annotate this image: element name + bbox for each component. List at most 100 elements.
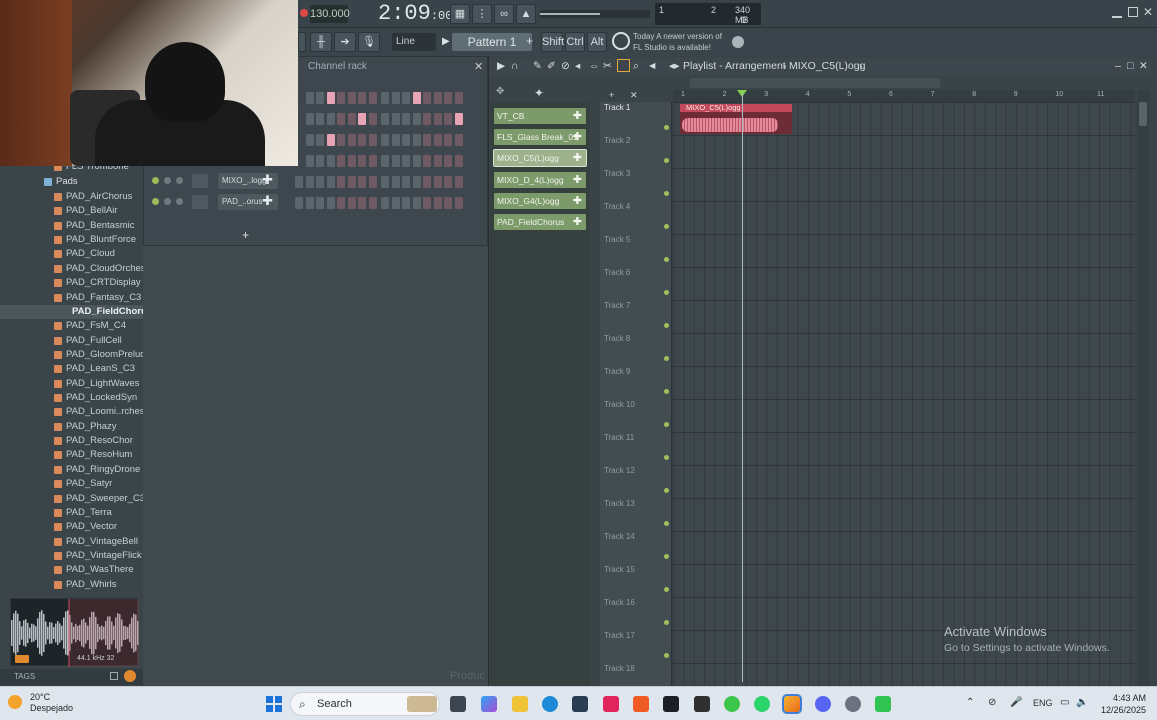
browser-item[interactable]: PAD_Sweeper_C3 xyxy=(0,492,143,506)
channel-add-icon[interactable]: ✚ xyxy=(262,193,273,209)
step-button[interactable] xyxy=(423,134,431,146)
picker-add-icon[interactable]: ✚ xyxy=(573,214,582,230)
pattern-selector[interactable]: Pattern 1 xyxy=(452,33,532,51)
picker-item[interactable]: FLS_Glass Break_01 ✚ xyxy=(494,129,586,146)
picker-add-icon[interactable]: ✚ xyxy=(573,108,582,124)
tags-bar[interactable]: TAGS xyxy=(0,669,143,685)
tempo-display[interactable]: 130.000 xyxy=(310,5,350,23)
track-mute-led[interactable] xyxy=(664,521,669,526)
browser-item[interactable]: PAD_Satyr xyxy=(0,477,143,491)
track-header[interactable]: Track 8 xyxy=(604,334,669,367)
track-header[interactable]: Track 14 xyxy=(604,532,669,565)
fl-studio-icon[interactable] xyxy=(782,694,802,714)
track-mute-led[interactable] xyxy=(664,488,669,493)
step-button[interactable] xyxy=(347,134,356,146)
step-button[interactable] xyxy=(391,92,400,104)
browser-item[interactable]: PAD_LockedSyn xyxy=(0,391,143,405)
track-header[interactable]: Track 16 xyxy=(604,598,669,631)
browser-item[interactable]: PAD_RingyDrone xyxy=(0,463,143,477)
step-button[interactable] xyxy=(381,113,389,125)
mixer-track-select[interactable] xyxy=(192,174,208,188)
browser-item[interactable]: PAD_BluntForce xyxy=(0,233,143,247)
step-button[interactable] xyxy=(316,92,324,104)
track-header[interactable]: Track 17 xyxy=(604,631,669,664)
step-button[interactable] xyxy=(337,134,345,146)
browser-item[interactable]: PAD_GloomPrelude xyxy=(0,348,143,362)
loop-record-icon[interactable]: ∞ xyxy=(494,4,514,24)
sample-preview-waveform[interactable]: 44.1 kHz 32 xyxy=(10,598,139,667)
browser-item[interactable]: PAD_FullCell xyxy=(0,334,143,348)
track-header[interactable]: Track 7 xyxy=(604,301,669,334)
tray-network-icon[interactable]: ⊘ xyxy=(988,697,996,708)
step-button[interactable] xyxy=(305,113,314,125)
browser-item[interactable]: PAD_LeanS_C3 xyxy=(0,362,143,376)
track-header[interactable]: Track 9 xyxy=(604,367,669,400)
step-button[interactable] xyxy=(305,134,314,146)
step-button[interactable] xyxy=(454,134,463,146)
tray-display-icon[interactable]: ▭ xyxy=(1060,697,1069,708)
browser-item[interactable]: PAD_VintageFlick xyxy=(0,549,143,563)
step-button[interactable] xyxy=(381,134,389,146)
step-button[interactable] xyxy=(316,113,324,125)
step-button[interactable] xyxy=(412,134,421,146)
step-button[interactable] xyxy=(326,155,335,167)
breadcrumb-pattern[interactable]: MIXO_C5(L)ogg xyxy=(789,58,865,75)
picker-add-icon[interactable]: ✚ xyxy=(573,150,582,166)
step-button[interactable] xyxy=(412,155,421,167)
audio-clip[interactable]: MIXO_C5(L)ogg xyxy=(680,104,792,134)
track-mute-led[interactable] xyxy=(664,158,669,163)
channel-add-icon[interactable]: ✚ xyxy=(262,172,273,188)
step-button[interactable] xyxy=(358,155,366,167)
app-green-icon[interactable] xyxy=(875,696,891,712)
step-button[interactable] xyxy=(316,134,324,146)
step-button[interactable] xyxy=(381,155,389,167)
pencil-icon[interactable]: ✎ xyxy=(533,58,542,75)
tray-volume-icon[interactable]: 🔈 xyxy=(1076,697,1088,708)
browser-folder-pads[interactable]: Pads xyxy=(0,175,143,189)
track-add-icon[interactable]: + xyxy=(609,90,614,100)
paint-icon[interactable]: ✐ xyxy=(547,58,556,75)
record-icon[interactable] xyxy=(300,9,308,17)
channel-led[interactable] xyxy=(152,177,159,184)
browser-item[interactable]: PAD_Whirls xyxy=(0,578,143,592)
add-channel-button[interactable]: + xyxy=(242,228,249,242)
browser-item[interactable]: PAD_Loomi..rchestra xyxy=(0,405,143,419)
snap-mode-select[interactable]: Line xyxy=(392,33,436,51)
store-icon[interactable] xyxy=(572,696,588,712)
picker-item[interactable]: MIXO_G4(L)ogg ✚ xyxy=(494,192,586,209)
ctrl-button[interactable]: Ctrl xyxy=(565,32,585,52)
browser-item[interactable]: PAD_ResoChor xyxy=(0,434,143,448)
shift-button[interactable]: Shift xyxy=(541,32,564,52)
track-header[interactable]: Track 15 xyxy=(604,565,669,598)
step-edit-icon[interactable]: ⋮ xyxy=(472,4,492,24)
capcut-icon[interactable] xyxy=(663,696,679,712)
vertical-scrollbar[interactable] xyxy=(1137,90,1149,686)
brave-icon[interactable] xyxy=(633,696,649,712)
track-header[interactable]: Track 13 xyxy=(604,499,669,532)
track-mute-led[interactable] xyxy=(664,224,669,229)
track-mute-led[interactable] xyxy=(664,455,669,460)
browser-item[interactable]: PAD_VintageBell xyxy=(0,535,143,549)
minimize-icon[interactable] xyxy=(1112,8,1122,18)
step-button[interactable] xyxy=(347,155,356,167)
channel-pan-knob[interactable] xyxy=(164,198,171,205)
pattern-prev-icon[interactable]: ▶ xyxy=(442,36,450,47)
browser-item[interactable]: PAD_CRTDisplay xyxy=(0,276,143,290)
track-header[interactable]: Track 1 xyxy=(604,103,669,136)
scroll-thumb[interactable] xyxy=(1139,102,1147,126)
settings-icon[interactable] xyxy=(845,696,861,712)
microphone-icon[interactable]: 🎙 xyxy=(358,32,380,52)
step-button[interactable] xyxy=(305,92,314,104)
step-button[interactable] xyxy=(337,155,345,167)
track-header[interactable]: Track 4 xyxy=(604,202,669,235)
step-button[interactable] xyxy=(368,155,377,167)
step-button[interactable] xyxy=(454,113,463,125)
step-button[interactable] xyxy=(402,113,410,125)
step-button[interactable] xyxy=(326,92,335,104)
step-button[interactable] xyxy=(433,92,442,104)
playlist-close-icon[interactable]: ✕ xyxy=(1139,58,1148,75)
picker-item[interactable]: PAD_FieldChorus ✚ xyxy=(494,214,586,230)
browser-item[interactable]: PAD_Cloud xyxy=(0,247,143,261)
track-mute-led[interactable] xyxy=(664,587,669,592)
track-mute-led[interactable] xyxy=(664,422,669,427)
